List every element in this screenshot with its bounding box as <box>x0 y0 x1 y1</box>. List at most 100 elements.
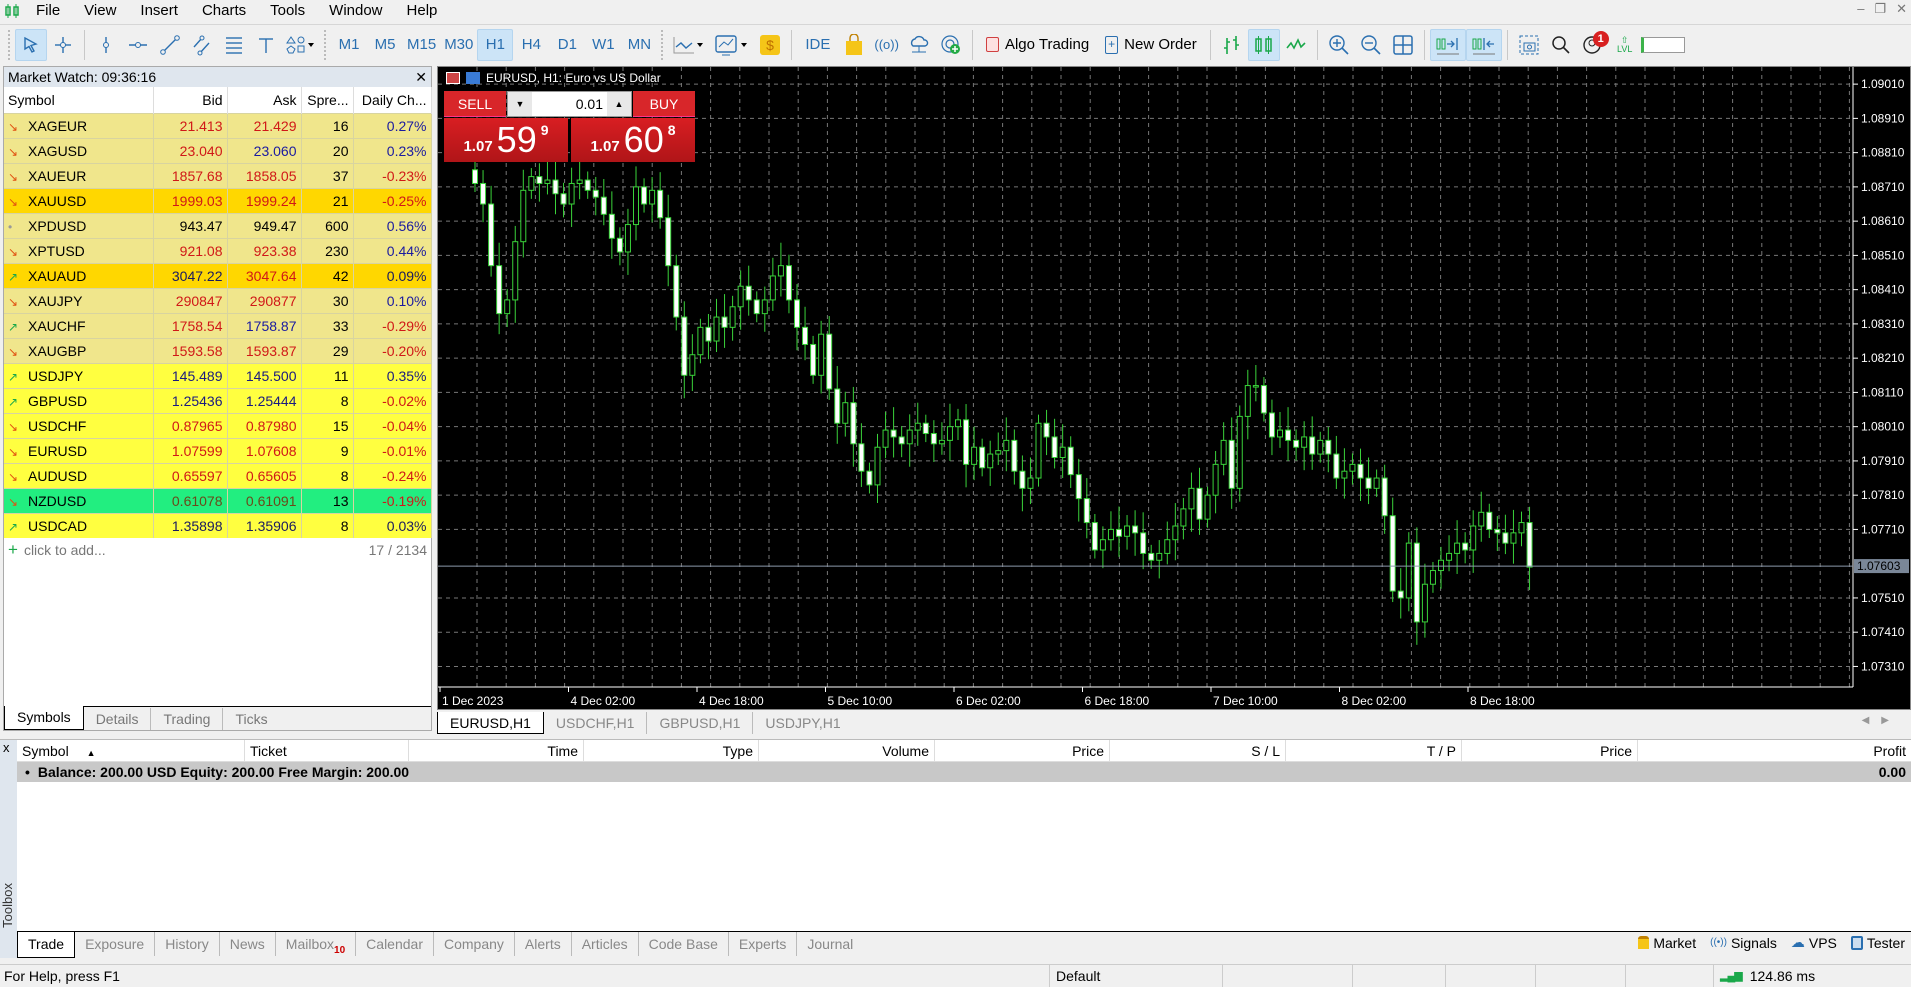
col-time[interactable]: Time <box>409 740 584 761</box>
chart-tab-gbpusd[interactable]: GBPUSD,H1 <box>647 712 754 734</box>
account-notifications-button[interactable]: 1 <box>1577 29 1609 61</box>
tab-alerts[interactable]: Alerts <box>515 932 572 956</box>
market-watch-row[interactable]: ↘ XAUUSD 1999.03 1999.24 21 -0.25% <box>4 187 432 213</box>
market-watch-row[interactable]: ↗ XAUCHF 1758.54 1758.87 33 -0.29% <box>4 312 432 338</box>
chart-tabs-scroll-left[interactable]: ◀ <box>1862 715 1882 726</box>
timeframe-h4[interactable]: H4 <box>513 29 549 61</box>
market-watch-row[interactable]: ↘ XAGEUR 21.413 21.429 16 0.27% <box>4 112 432 138</box>
tab-code-base[interactable]: Code Base <box>639 932 729 956</box>
menu-window[interactable]: Window <box>317 0 394 22</box>
timeframe-w1[interactable]: W1 <box>585 29 621 61</box>
market-watch-row[interactable]: ↘ XAUJPY 290847 290877 30 0.10% <box>4 287 432 313</box>
tab-history[interactable]: History <box>155 932 220 956</box>
tab-calendar[interactable]: Calendar <box>356 932 434 956</box>
menu-view[interactable]: View <box>72 0 128 22</box>
col-type[interactable]: Type <box>584 740 759 761</box>
timeframe-m15[interactable]: M15 <box>403 29 440 61</box>
tab-company[interactable]: Company <box>434 932 515 956</box>
sell-button[interactable]: SELL <box>444 91 506 117</box>
col-profit[interactable]: Profit <box>1638 740 1911 761</box>
market-watch-row[interactable]: ↘ NZDUSD 0.61078 0.61091 13 -0.19% <box>4 487 432 513</box>
col-spread[interactable]: Spre... <box>301 87 354 113</box>
close-window-button[interactable]: ✕ <box>1896 0 1907 18</box>
search-button[interactable] <box>1545 29 1577 61</box>
signals-button[interactable]: ((o)) <box>870 29 903 61</box>
tab-trade[interactable]: Trade <box>17 932 76 958</box>
volume-increase-button[interactable]: ▲ <box>607 92 631 116</box>
col-ask[interactable]: Ask <box>227 87 302 113</box>
screenshot-button[interactable] <box>1513 29 1545 61</box>
balance-row[interactable]: • Balance: 200.00 USD Equity: 200.00 Free… <box>17 762 1911 782</box>
chart-tab-usdchf[interactable]: USDCHF,H1 <box>544 712 648 734</box>
minimize-button[interactable]: – <box>1857 0 1864 18</box>
cursor-tool-button[interactable] <box>15 28 47 61</box>
chart-tab-eurusd[interactable]: EURUSD,H1 <box>437 712 544 734</box>
trendline-tool-button[interactable] <box>154 29 186 61</box>
buy-price-button[interactable]: 1.07 60 8 <box>571 118 695 162</box>
tab-mailbox[interactable]: Mailbox10 <box>276 932 357 956</box>
buy-button[interactable]: BUY <box>633 91 695 117</box>
candlestick-chart-button[interactable] <box>1247 28 1280 61</box>
market-watch-row[interactable]: • XPDUSD 943.47 949.47 600 0.56% <box>4 212 432 238</box>
volume-input[interactable] <box>532 93 607 115</box>
timeframe-mn[interactable]: MN <box>621 29 657 61</box>
chart-tab-usdjpy[interactable]: USDJPY,H1 <box>753 712 852 734</box>
horizontal-line-tool-button[interactable] <box>122 29 154 61</box>
col-stop-loss[interactable]: S / L <box>1110 740 1286 761</box>
level-button[interactable]: ⇧ LVL <box>1609 29 1641 61</box>
indicators-button[interactable] <box>668 29 710 61</box>
market-watch-row[interactable]: ↘ EURUSD 1.07599 1.07608 9 -0.01% <box>4 437 432 463</box>
market-service-link[interactable]: Market <box>1638 934 1696 951</box>
vps-button[interactable] <box>903 29 935 61</box>
col-bid[interactable]: Bid <box>153 87 228 113</box>
toolbar-grip[interactable] <box>8 29 11 60</box>
menu-help[interactable]: Help <box>395 0 450 22</box>
vps-service-link[interactable]: ☁ VPS <box>1791 934 1837 951</box>
timeframe-m5[interactable]: M5 <box>367 29 403 61</box>
market-watch-close-button[interactable]: ✕ <box>415 69 427 86</box>
col-ticket[interactable]: Ticket <box>245 740 409 761</box>
templates-button[interactable] <box>710 29 754 61</box>
status-profile[interactable]: Default <box>1049 964 1222 987</box>
shapes-tool-button[interactable] <box>282 29 320 61</box>
zoom-in-button[interactable] <box>1323 29 1355 61</box>
market-watch-row[interactable]: ↗ XAUAUD 3047.22 3047.64 42 0.09% <box>4 262 432 288</box>
line-chart-button[interactable] <box>1280 29 1312 61</box>
tab-exposure[interactable]: Exposure <box>75 932 156 956</box>
depth-of-market-icon[interactable] <box>446 72 460 84</box>
market-watch-row[interactable]: ↗ USDJPY 145.489 145.500 11 0.35% <box>4 362 432 388</box>
tile-windows-button[interactable] <box>1387 29 1419 61</box>
timeframe-m1[interactable]: M1 <box>331 29 367 61</box>
chart-window[interactable]: 1.09010 1.08910 1.08810 1.08710 1.08610 1.085… <box>437 66 1911 710</box>
market-watch-row[interactable]: ↘ XAUEUR 1857.68 1858.05 37 -0.23% <box>4 162 432 188</box>
menu-insert[interactable]: Insert <box>128 0 190 22</box>
market-watch-row[interactable]: ↗ GBPUSD 1.25436 1.25444 8 -0.02% <box>4 387 432 413</box>
ide-button[interactable]: IDE <box>797 29 838 61</box>
tester-service-link[interactable]: Tester <box>1850 934 1905 951</box>
restore-button[interactable]: ❐ <box>1874 0 1886 18</box>
autoscroll-button[interactable] <box>1429 28 1466 61</box>
menu-tools[interactable]: Tools <box>258 0 317 22</box>
market-watch-row[interactable]: ↘ XPTUSD 921.08 923.38 230 0.44% <box>4 237 432 263</box>
tab-symbols[interactable]: Symbols <box>4 706 84 730</box>
col-price-current[interactable]: Price <box>1462 740 1638 761</box>
zoom-out-button[interactable] <box>1355 29 1387 61</box>
col-take-profit[interactable]: T / P <box>1286 740 1462 761</box>
chart-tabs-scroll-right[interactable]: ▶ <box>1881 715 1901 726</box>
market-watch-row[interactable]: ↘ AUDUSD 0.65597 0.65605 8 -0.24% <box>4 462 432 488</box>
market-watch-row[interactable]: ↘ USDCHF 0.87965 0.87980 15 -0.04% <box>4 412 432 438</box>
market-watch-row[interactable]: ↗ USDCAD 1.35898 1.35906 8 0.03% <box>4 512 432 538</box>
fibonacci-tool-button[interactable] <box>218 29 250 61</box>
vertical-line-tool-button[interactable] <box>90 29 122 61</box>
tab-news[interactable]: News <box>220 932 276 956</box>
crosshair-tool-button[interactable] <box>47 29 79 61</box>
chart-properties-icon[interactable] <box>466 72 480 84</box>
text-tool-button[interactable] <box>250 29 282 61</box>
timeframe-m30[interactable]: M30 <box>440 29 477 61</box>
add-account-button[interactable] <box>935 29 967 61</box>
signals-service-link[interactable]: ((•)) Signals <box>1710 934 1777 951</box>
tab-ticks[interactable]: Ticks <box>223 708 279 730</box>
market-watch-row[interactable]: ↘ XAUGBP 1593.58 1593.87 29 -0.20% <box>4 337 432 363</box>
chart-shift-button[interactable] <box>1465 28 1502 61</box>
add-symbol-row[interactable]: + click to add... 17 / 2134 <box>4 538 431 562</box>
